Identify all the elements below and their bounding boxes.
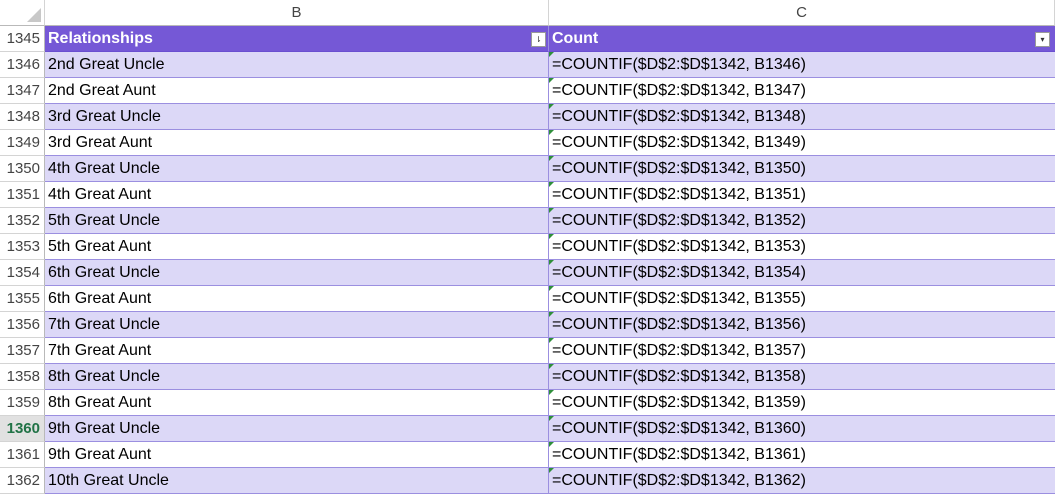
- cell-relationship[interactable]: 6th Great Aunt: [45, 286, 549, 312]
- header-cell-relationships[interactable]: Relationships: [45, 26, 549, 52]
- cell-relationship[interactable]: 6th Great Uncle: [45, 260, 549, 286]
- select-all-triangle-icon: [27, 8, 41, 22]
- row-number[interactable]: 1357: [0, 338, 45, 364]
- error-indicator-icon: [549, 364, 554, 369]
- table-row: 1355 6th Great Aunt =COUNTIF($D$2:$D$1342,…: [0, 286, 1055, 312]
- cell-count-formula[interactable]: =COUNTIF($D$2:$D$1342, B1354): [549, 260, 1055, 286]
- cell-relationship[interactable]: 8th Great Aunt: [45, 390, 549, 416]
- table-row: 1350 4th Great Uncle =COUNTIF($D$2:$D$1342…: [0, 156, 1055, 182]
- cell-relationship[interactable]: 10th Great Uncle: [45, 468, 549, 494]
- table-row: 1353 5th Great Aunt =COUNTIF($D$2:$D$1342,…: [0, 234, 1055, 260]
- row-number[interactable]: 1353: [0, 234, 45, 260]
- error-indicator-icon: [549, 390, 554, 395]
- row-number[interactable]: 1346: [0, 52, 45, 78]
- row-number[interactable]: 1362: [0, 468, 45, 494]
- error-indicator-icon: [549, 208, 554, 213]
- table-row: 1360 9th Great Uncle =COUNTIF($D$2:$D$1342…: [0, 416, 1055, 442]
- select-all-corner[interactable]: [0, 0, 45, 26]
- cell-relationship[interactable]: 2nd Great Aunt: [45, 78, 549, 104]
- error-indicator-icon: [549, 260, 554, 265]
- cell-relationship[interactable]: 3rd Great Aunt: [45, 130, 549, 156]
- row-number[interactable]: 1351: [0, 182, 45, 208]
- cell-relationship[interactable]: 4th Great Aunt: [45, 182, 549, 208]
- row-number[interactable]: 1350: [0, 156, 45, 182]
- table-row: 1361 9th Great Aunt =COUNTIF($D$2:$D$1342,…: [0, 442, 1055, 468]
- table-row: 1346 2nd Great Uncle =COUNTIF($D$2:$D$1342…: [0, 52, 1055, 78]
- cell-relationship[interactable]: 4th Great Uncle: [45, 156, 549, 182]
- cell-count-formula[interactable]: =COUNTIF($D$2:$D$1342, B1346): [549, 52, 1055, 78]
- cell-relationship[interactable]: 5th Great Aunt: [45, 234, 549, 260]
- cell-count-formula[interactable]: =COUNTIF($D$2:$D$1342, B1348): [549, 104, 1055, 130]
- error-indicator-icon: [549, 338, 554, 343]
- row-number[interactable]: 1355: [0, 286, 45, 312]
- cell-count-formula[interactable]: =COUNTIF($D$2:$D$1342, B1347): [549, 78, 1055, 104]
- row-number[interactable]: 1349: [0, 130, 45, 156]
- row-number[interactable]: 1345: [0, 26, 45, 52]
- error-indicator-icon: [549, 234, 554, 239]
- error-indicator-icon: [549, 312, 554, 317]
- cell-count-formula[interactable]: =COUNTIF($D$2:$D$1342, B1351): [549, 182, 1055, 208]
- column-header-c[interactable]: C: [549, 0, 1055, 26]
- cell-count-formula[interactable]: =COUNTIF($D$2:$D$1342, B1362): [549, 468, 1055, 494]
- cell-relationship[interactable]: 2nd Great Uncle: [45, 52, 549, 78]
- table-header-row: 1345 Relationships Count ⇂ ▾: [0, 26, 1055, 52]
- table-row: 1347 2nd Great Aunt =COUNTIF($D$2:$D$1342,…: [0, 78, 1055, 104]
- cell-relationship[interactable]: 7th Great Aunt: [45, 338, 549, 364]
- row-number[interactable]: 1358: [0, 364, 45, 390]
- table-row: 1348 3rd Great Uncle =COUNTIF($D$2:$D$1342…: [0, 104, 1055, 130]
- error-indicator-icon: [549, 130, 554, 135]
- row-number[interactable]: 1354: [0, 260, 45, 286]
- table-body: 1345 Relationships Count ⇂ ▾ 1346 2nd Gre…: [0, 26, 1055, 494]
- cell-count-formula[interactable]: =COUNTIF($D$2:$D$1342, B1359): [549, 390, 1055, 416]
- cell-count-formula[interactable]: =COUNTIF($D$2:$D$1342, B1356): [549, 312, 1055, 338]
- cell-relationship[interactable]: 3rd Great Uncle: [45, 104, 549, 130]
- error-indicator-icon: [549, 104, 554, 109]
- table-row: 1359 8th Great Aunt =COUNTIF($D$2:$D$1342,…: [0, 390, 1055, 416]
- sort-ascending-filter-icon[interactable]: ⇂: [531, 32, 546, 47]
- cell-relationship[interactable]: 9th Great Aunt: [45, 442, 549, 468]
- spreadsheet-grid: B C 1345 Relationships Count ⇂ ▾ 1346 2nd…: [0, 0, 1055, 500]
- row-number[interactable]: 1356: [0, 312, 45, 338]
- cell-count-formula[interactable]: =COUNTIF($D$2:$D$1342, B1350): [549, 156, 1055, 182]
- error-indicator-icon: [549, 416, 554, 421]
- filter-dropdown-icon[interactable]: ▾: [1035, 32, 1050, 47]
- table-row: 1354 6th Great Uncle =COUNTIF($D$2:$D$1342…: [0, 260, 1055, 286]
- cell-count-formula[interactable]: =COUNTIF($D$2:$D$1342, B1353): [549, 234, 1055, 260]
- table-row: 1358 8th Great Uncle =COUNTIF($D$2:$D$1342…: [0, 364, 1055, 390]
- cell-count-formula[interactable]: =COUNTIF($D$2:$D$1342, B1360): [549, 416, 1055, 442]
- cell-count-formula[interactable]: =COUNTIF($D$2:$D$1342, B1358): [549, 364, 1055, 390]
- row-number[interactable]: 1360: [0, 416, 45, 442]
- cell-count-formula[interactable]: =COUNTIF($D$2:$D$1342, B1357): [549, 338, 1055, 364]
- table-row: 1357 7th Great Aunt =COUNTIF($D$2:$D$1342,…: [0, 338, 1055, 364]
- table-row: 1362 10th Great Uncle =COUNTIF($D$2:$D$134…: [0, 468, 1055, 494]
- error-indicator-icon: [549, 52, 554, 57]
- table-row: 1356 7th Great Uncle =COUNTIF($D$2:$D$1342…: [0, 312, 1055, 338]
- cell-count-formula[interactable]: =COUNTIF($D$2:$D$1342, B1355): [549, 286, 1055, 312]
- error-indicator-icon: [549, 286, 554, 291]
- row-number[interactable]: 1361: [0, 442, 45, 468]
- table-row: 1351 4th Great Aunt =COUNTIF($D$2:$D$1342,…: [0, 182, 1055, 208]
- cell-relationship[interactable]: 8th Great Uncle: [45, 364, 549, 390]
- table-row: 1349 3rd Great Aunt =COUNTIF($D$2:$D$1342,…: [0, 130, 1055, 156]
- cell-count-formula[interactable]: =COUNTIF($D$2:$D$1342, B1352): [549, 208, 1055, 234]
- error-indicator-icon: [549, 78, 554, 83]
- cell-count-formula[interactable]: =COUNTIF($D$2:$D$1342, B1349): [549, 130, 1055, 156]
- row-number[interactable]: 1352: [0, 208, 45, 234]
- row-number[interactable]: 1347: [0, 78, 45, 104]
- cell-relationship[interactable]: 9th Great Uncle: [45, 416, 549, 442]
- header-cell-count[interactable]: Count: [549, 26, 1055, 52]
- cell-count-formula[interactable]: =COUNTIF($D$2:$D$1342, B1361): [549, 442, 1055, 468]
- error-indicator-icon: [549, 182, 554, 187]
- row-number[interactable]: 1359: [0, 390, 45, 416]
- error-indicator-icon: [549, 442, 554, 447]
- cell-relationship[interactable]: 7th Great Uncle: [45, 312, 549, 338]
- cell-relationship[interactable]: 5th Great Uncle: [45, 208, 549, 234]
- column-header-b[interactable]: B: [45, 0, 549, 26]
- row-number[interactable]: 1348: [0, 104, 45, 130]
- error-indicator-icon: [549, 468, 554, 473]
- table-row: 1352 5th Great Uncle =COUNTIF($D$2:$D$1342…: [0, 208, 1055, 234]
- error-indicator-icon: [549, 156, 554, 161]
